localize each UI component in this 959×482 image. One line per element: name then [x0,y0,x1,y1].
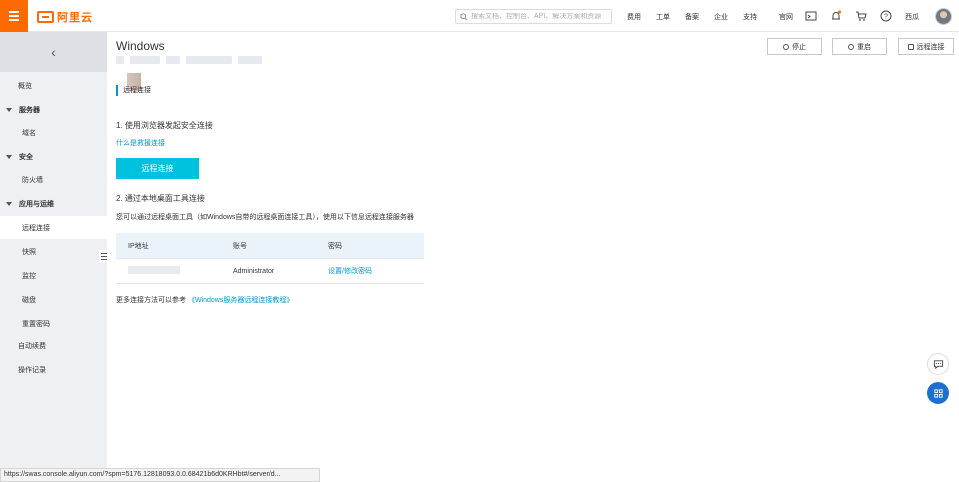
ip-redacted [128,266,180,274]
nav-icp[interactable]: 备案 [685,12,699,22]
assistant-button[interactable] [927,382,949,404]
stop-button[interactable]: 停止 [767,38,822,55]
sidebar-item-label: 服务器 [19,106,40,114]
section-label: 远程连接 [116,85,151,96]
nav-billing[interactable]: 费用 [627,12,641,22]
server-meta-redacted [116,56,262,64]
sidebar-item-label: 快照 [22,248,36,256]
cart-icon[interactable] [855,10,867,22]
remote-connect-header-button[interactable]: 远程连接 [898,38,954,55]
step1-heading: 1. 使用浏览器发起安全连接 [116,121,213,130]
restart-icon [848,43,854,50]
caret-down-icon [6,201,12,206]
sidebar-item-label: 自动续费 [18,342,46,350]
page-title: Windows [116,39,165,53]
account-cell: Administrator [233,267,275,275]
top-navigation-bar: 阿里云 费用 工单 备案 企业 支持 官网 ? 西瓜 [0,0,959,32]
brand-name: 阿里云 [57,12,93,24]
sidebar-item-label: 操作记录 [18,366,46,374]
sidebar-item-monitor[interactable]: 监控 [0,264,107,287]
stop-icon [783,43,789,50]
browser-status-url: https://swas.console.aliyun.com/?spm=517… [0,468,320,482]
sidebar-item-operation-log[interactable]: 操作记录 [0,358,107,381]
sidebar-item-label: 概览 [18,82,32,90]
aliyun-logo-icon [37,11,54,23]
caret-down-icon [6,107,12,112]
chevron-left-icon: ‹ [51,44,56,60]
search-icon [460,12,468,21]
remote-connect-button[interactable]: 远程连接 [116,158,199,179]
connection-info-table: IP地址 账号 密码 Administrator 设置/修改密码 [116,233,424,284]
sidebar-item-label: 远程连接 [22,224,50,232]
sidebar-item-label: 防火墙 [22,176,43,184]
sidebar-item-snapshot[interactable]: 快照 [0,240,107,263]
sidebar-back-button[interactable]: ‹ [0,32,107,72]
sidebar-item-label: 应用与运维 [19,200,54,208]
sidebar-item-reset-password[interactable]: 重置密码 [0,312,107,335]
remote-icon [907,43,914,50]
header-password: 密码 [328,242,342,250]
help-icon[interactable]: ? [880,10,892,22]
brand-logo[interactable]: 阿里云 [37,9,93,25]
footnote: 更多连接方法可以参考 《Windows服务器远程连接教程》 [116,295,293,305]
set-password-link[interactable]: 设置/修改密码 [328,266,424,276]
sidebar-collapse-toggle[interactable] [99,250,108,262]
assistant-icon [933,388,943,398]
svg-text:?: ? [884,14,888,21]
sidebar-item-label: 重置密码 [22,320,50,328]
rescue-connect-link[interactable]: 什么是救援连接 [116,138,165,148]
sidebar-group-security[interactable]: 安全 [0,145,107,168]
caret-down-icon [6,154,12,159]
stop-label: 停止 [792,43,806,51]
header-account: 账号 [233,242,247,250]
sidebar-item-domain[interactable]: 域名 [0,121,107,144]
sidebar-item-label: 磁盘 [22,296,36,304]
sidebar-item-auto-renew[interactable]: 自动续费 [0,334,107,357]
step2-description: 您可以通过远程桌面工具（如Windows自带的远程桌面连接工具），使用以下信息远… [116,214,414,221]
ip-cell [116,266,233,276]
sidebar-item-label: 监控 [22,272,36,280]
user-name[interactable]: 西瓜 [905,12,919,22]
avatar[interactable] [935,8,952,25]
restart-label: 重启 [857,43,871,51]
sidebar-item-label: 安全 [19,153,33,161]
nav-official-site[interactable]: 官网 [779,12,793,22]
tutorial-link[interactable]: 《Windows服务器远程连接教程》 [188,297,293,304]
sidebar-group-server[interactable]: 服务器 [0,98,107,121]
header-ip: IP地址 [128,242,149,250]
terminal-icon[interactable] [805,10,817,22]
sidebar: ‹ 概览 服务器 域名 安全 防火墙 应用与运维 远程连接 快照 监控 磁盘 重… [0,32,107,482]
nav-tickets[interactable]: 工单 [656,12,670,22]
footnote-text: 更多连接方法可以参考 [116,297,186,304]
restart-button[interactable]: 重启 [832,38,887,55]
table-row: Administrator 设置/修改密码 [116,258,424,283]
nav-enterprise[interactable]: 企业 [714,12,728,22]
chat-icon [933,359,943,369]
search-input[interactable] [471,13,611,20]
step2-heading: 2. 通过本地桌面工具连接 [116,194,205,203]
chat-button[interactable] [927,353,949,375]
sidebar-item-firewall[interactable]: 防火墙 [0,168,107,191]
sidebar-item-remote-connect[interactable]: 远程连接 [0,216,107,239]
nav-support[interactable]: 支持 [743,12,757,22]
sidebar-item-disk[interactable]: 磁盘 [0,288,107,311]
sidebar-item-overview[interactable]: 概览 [0,74,107,97]
table-header: IP地址 账号 密码 [116,233,424,258]
search-box[interactable] [455,9,612,24]
sidebar-item-label: 域名 [22,129,36,137]
bell-icon[interactable] [830,10,842,22]
sidebar-group-app-ops[interactable]: 应用与运维 [0,192,107,215]
remote-connect-label: 远程连接 [916,43,945,51]
menu-icon[interactable] [0,0,28,32]
